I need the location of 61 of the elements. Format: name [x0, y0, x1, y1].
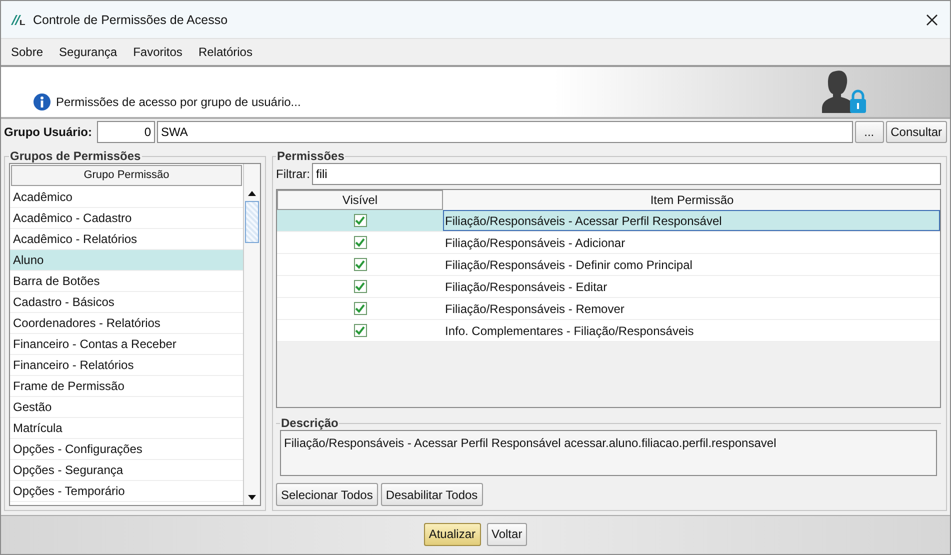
group-item[interactable]: Financeiro - Relatórios	[10, 355, 243, 376]
permission-row[interactable]: Filiação/Responsáveis - Definir como Principal	[277, 254, 940, 276]
action-button[interactable]: Desabilitar Todos	[380, 483, 483, 506]
visible-checkbox[interactable]	[354, 302, 366, 315]
info-icon	[33, 93, 51, 111]
browse-button[interactable]: ...	[854, 121, 884, 143]
group-code-field[interactable]: 0	[97, 121, 156, 143]
search-button[interactable]: Consultar	[886, 121, 947, 143]
scrollbar[interactable]	[243, 164, 260, 505]
group-item[interactable]: Matrícula	[10, 418, 243, 439]
group-item[interactable]: Financeiro - Contas a Receber	[10, 334, 243, 355]
group-item[interactable]: Frame de Permissão	[10, 376, 243, 397]
group-item[interactable]: Barra de Botões	[10, 271, 243, 292]
scroll-thumb[interactable]	[245, 201, 259, 243]
visible-checkbox[interactable]	[354, 214, 366, 227]
visible-checkbox[interactable]	[354, 258, 366, 271]
footer-button[interactable]: Atualizar	[424, 522, 480, 546]
permission-row[interactable]: Filiação/Responsáveis - Remover	[277, 298, 940, 320]
group-item[interactable]: Coordenadores - Relatórios	[10, 313, 243, 334]
groups-title: Grupos de Permissões	[9, 149, 142, 163]
banner-text: Permissões de acesso por grupo de usuário...	[56, 95, 301, 109]
close-icon[interactable]	[926, 14, 938, 26]
filter-label: Filtrar:	[276, 167, 310, 181]
visible-checkbox[interactable]	[354, 324, 366, 337]
visible-checkbox[interactable]	[354, 280, 366, 293]
permission-item: Filiação/Responsáveis - Definir como Principal	[444, 257, 694, 274]
action-button[interactable]: Selecionar Todos	[276, 483, 378, 506]
permission-item: Filiação/Responsáveis - Remover	[444, 301, 626, 318]
permission-item: Info. Complementares - Filiação/Responsáveis	[444, 323, 695, 340]
app-logo-icon	[11, 14, 25, 26]
user-group-label: Grupo Usuário:	[4, 125, 92, 139]
permissions-title: Permissões	[276, 149, 346, 163]
permission-item: Filiação/Responsáveis - Acessar Perfil Responsável	[443, 210, 940, 231]
description-title: Descrição	[280, 416, 340, 430]
group-item[interactable]: Cadastro - Básicos	[10, 292, 243, 313]
group-name-field[interactable]: SWA	[157, 121, 853, 143]
permission-item: Filiação/Responsáveis - Editar	[444, 279, 608, 296]
filter-field[interactable]: fili	[312, 163, 941, 185]
group-item[interactable]: Opções - Configurações	[10, 439, 243, 460]
permission-item: Filiação/Responsáveis - Adicionar	[444, 235, 626, 252]
menu-item[interactable]: Relatórios	[198, 45, 252, 59]
column-header: Item Permissão	[443, 190, 940, 210]
column-header: Visível	[277, 190, 443, 210]
group-item[interactable]: Gestão	[10, 397, 243, 418]
group-item[interactable]: Opções - Temporário	[10, 481, 243, 502]
footer-button[interactable]: Voltar	[486, 522, 528, 546]
permission-row[interactable]: Filiação/Responsáveis - Adicionar	[277, 232, 940, 254]
menu-item[interactable]: Favoritos	[133, 45, 182, 59]
description-text: Filiação/Responsáveis - Acessar Perfil Responsável acessar.aluno.filiacao.perfil.responsavel	[280, 430, 937, 476]
menu-item[interactable]: Segurança	[59, 45, 118, 59]
column-header: Grupo Permissão	[11, 165, 242, 186]
group-item[interactable]: Aluno	[10, 250, 243, 271]
permission-row[interactable]: Filiação/Responsáveis - Acessar Perfil Responsável	[277, 210, 940, 232]
group-item[interactable]: Acadêmico	[10, 187, 243, 208]
group-item[interactable]: Opções - Segurança	[10, 460, 243, 481]
group-item[interactable]: Acadêmico - Cadastro	[10, 208, 243, 229]
menu-item[interactable]: Sobre	[11, 45, 44, 59]
window-title: Controle de Permissões de Acesso	[33, 12, 229, 26]
visible-checkbox[interactable]	[354, 236, 366, 249]
permission-row[interactable]: Filiação/Responsáveis - Editar	[277, 276, 940, 298]
permission-row[interactable]: Info. Complementares - Filiação/Responsáveis	[277, 320, 940, 342]
